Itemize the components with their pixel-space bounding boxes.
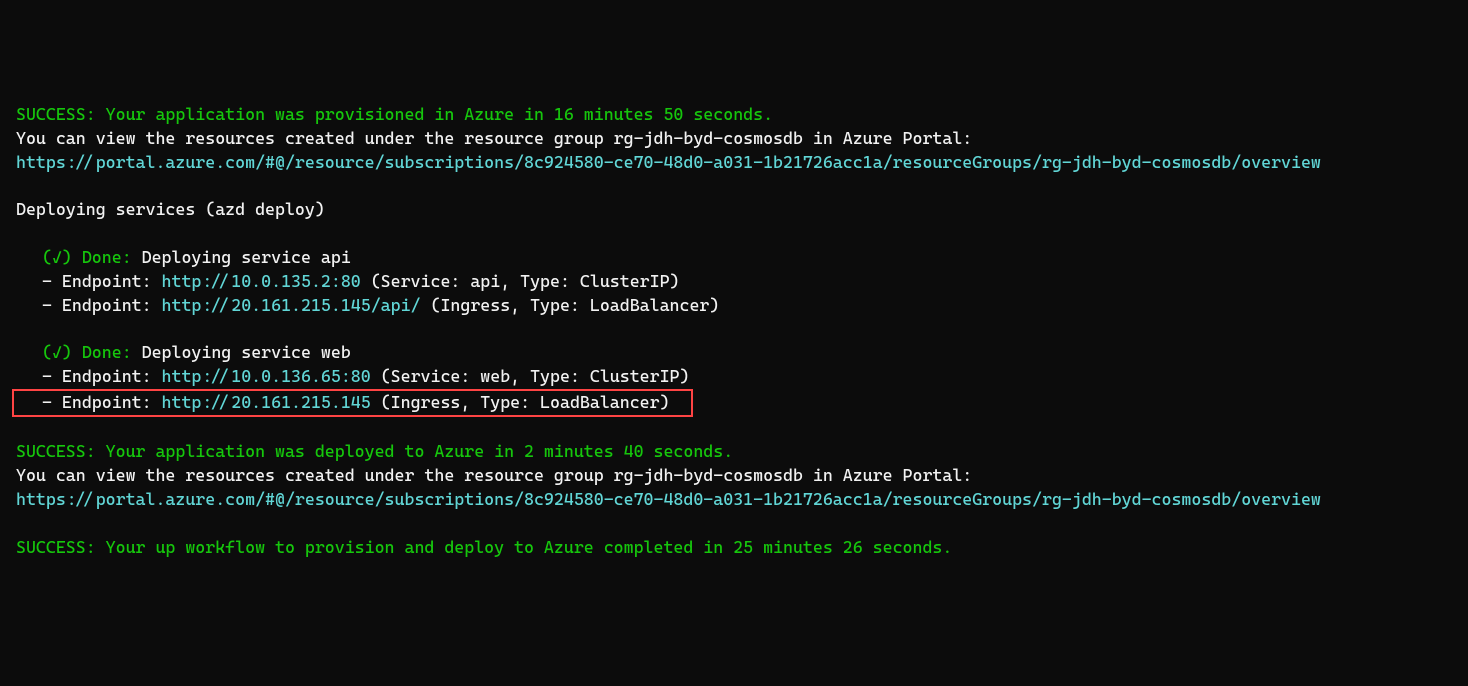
endpoint-prefix: - Endpoint:	[42, 295, 162, 315]
done-label: Done:	[82, 342, 132, 362]
portal-url-link[interactable]: https://portal.azure.com/#@/resource/sub…	[16, 151, 1452, 175]
endpoint-url-link[interactable]: http://10.0.136.65:80	[162, 366, 371, 386]
success-message: Your application was deployed to Azure i…	[96, 441, 734, 461]
endpoint-suffix: (Service: api, Type: ClusterIP)	[361, 271, 680, 291]
success-message: Your up workflow to provision and deploy…	[96, 537, 953, 557]
endpoint-suffix: (Ingress, Type: LoadBalancer)	[371, 392, 670, 412]
success-prefix: SUCCESS:	[16, 104, 96, 124]
service-api-text: Deploying service api	[132, 247, 351, 267]
success-prefix: SUCCESS:	[16, 537, 96, 557]
endpoint-url-link[interactable]: http://20.161.215.145/api/	[162, 295, 421, 315]
endpoint-prefix: - Endpoint:	[42, 271, 162, 291]
deploy-header: Deploying services (azd deploy)	[16, 198, 1452, 222]
endpoint-url-link[interactable]: http://10.0.135.2:80	[162, 271, 361, 291]
endpoint-prefix: - Endpoint:	[42, 366, 162, 386]
endpoint-suffix: (Ingress, Type: LoadBalancer)	[421, 295, 720, 315]
portal-message: You can view the resources created under…	[16, 464, 1452, 488]
checkmark-icon: (✓)	[42, 342, 82, 362]
checkmark-icon: (✓)	[42, 247, 82, 267]
service-web-text: Deploying service web	[132, 342, 351, 362]
endpoint-prefix: - Endpoint:	[42, 392, 162, 412]
endpoint-suffix: (Service: web, Type: ClusterIP)	[371, 366, 690, 386]
success-prefix: SUCCESS:	[16, 441, 96, 461]
highlighted-endpoint-box: - Endpoint: http://20.161.215.145 (Ingre…	[12, 389, 693, 417]
done-label: Done:	[82, 247, 132, 267]
endpoint-url-link[interactable]: http://20.161.215.145	[162, 392, 371, 412]
portal-url-link[interactable]: https://portal.azure.com/#@/resource/sub…	[16, 488, 1452, 512]
terminal-output: SUCCESS: Your application was provisione…	[16, 103, 1452, 559]
portal-message: You can view the resources created under…	[16, 127, 1452, 151]
success-message: Your application was provisioned in Azur…	[96, 104, 773, 124]
